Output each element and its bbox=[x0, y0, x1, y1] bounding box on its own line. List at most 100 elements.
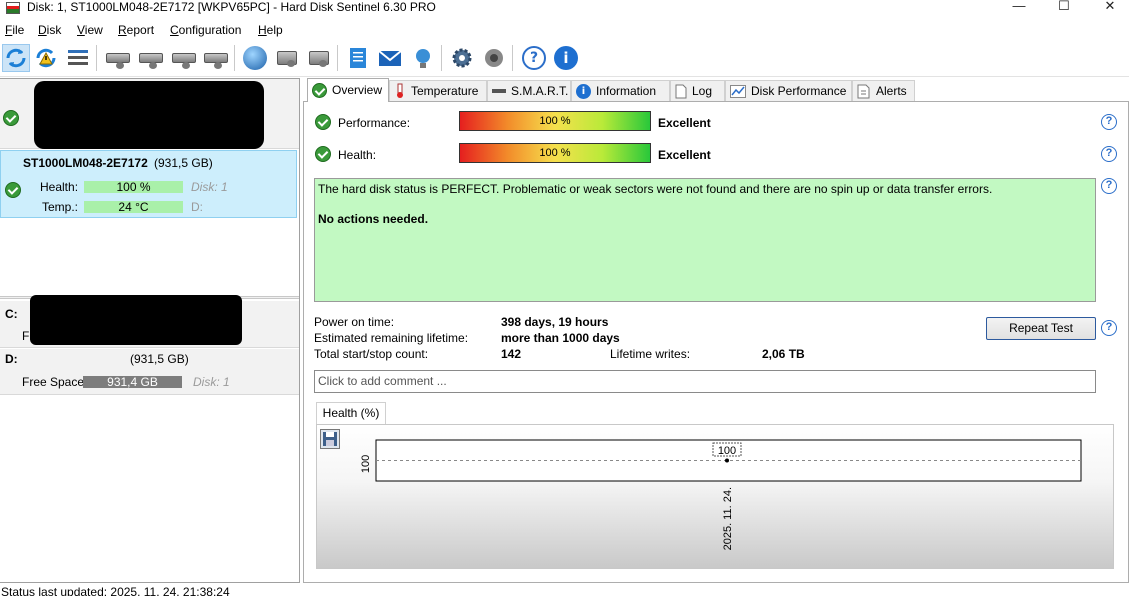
disk-clock-icon[interactable] bbox=[137, 44, 165, 72]
health-bar: 100 % bbox=[84, 181, 183, 193]
menu-help[interactable]: Help bbox=[258, 23, 283, 37]
mail-icon[interactable] bbox=[376, 44, 404, 72]
health-rating: Excellent bbox=[658, 148, 711, 162]
help-icon[interactable]: ? bbox=[1101, 114, 1117, 130]
network-drive-icon[interactable] bbox=[273, 44, 301, 72]
document-icon bbox=[675, 84, 687, 98]
tab-label: Information bbox=[596, 83, 657, 98]
tab-temperature[interactable]: Temperature bbox=[389, 80, 487, 101]
globe-icon[interactable] bbox=[241, 44, 269, 72]
disk-entry-selected[interactable]: ST1000LM048-2E7172 (931,5 GB) Health: 10… bbox=[0, 150, 297, 218]
data-point bbox=[725, 458, 729, 463]
speaker-icon[interactable] bbox=[480, 44, 508, 72]
status-box: The hard disk status is PERFECT. Problem… bbox=[314, 178, 1096, 302]
disk-check-icon[interactable] bbox=[170, 44, 198, 72]
partition-letter: D: bbox=[5, 352, 18, 366]
gear-icon[interactable] bbox=[448, 44, 476, 72]
network-icon[interactable] bbox=[409, 44, 437, 72]
menu-disk[interactable]: Disk bbox=[38, 23, 61, 37]
tab-health-chart[interactable]: Health (%) bbox=[316, 402, 386, 425]
tab-label: Overview bbox=[332, 83, 383, 97]
menu-report[interactable]: Report bbox=[118, 23, 154, 37]
tab-overview[interactable]: Overview bbox=[307, 78, 389, 102]
partition-size: (931,5 GB) bbox=[130, 352, 189, 366]
refresh-icon[interactable] bbox=[2, 44, 30, 72]
tab-log[interactable]: Log bbox=[670, 80, 725, 101]
notepad-icon[interactable] bbox=[344, 44, 372, 72]
disk-ref: Disk: 1 bbox=[193, 375, 230, 389]
tab-disk-performance[interactable]: Disk Performance bbox=[725, 80, 852, 101]
health-label: Health: bbox=[40, 180, 79, 194]
close-button[interactable]: ✕ bbox=[1087, 0, 1129, 14]
refresh-warning-icon[interactable] bbox=[32, 44, 60, 72]
health-gauge: 100 % bbox=[459, 143, 651, 163]
app-icon bbox=[6, 2, 20, 14]
menu-bar: File Disk View Report Configuration Help bbox=[0, 20, 1129, 41]
action-text: No actions needed. bbox=[318, 212, 429, 226]
help-icon[interactable]: ? bbox=[1101, 320, 1117, 336]
status-text: The hard disk status is PERFECT. Problem… bbox=[318, 182, 993, 196]
help-icon[interactable]: ? bbox=[520, 44, 548, 72]
startstop-label: Total start/stop count: bbox=[314, 347, 429, 361]
tab-label: Disk Performance bbox=[751, 83, 847, 98]
ok-icon bbox=[315, 146, 331, 162]
power-on-label: Power on time: bbox=[314, 315, 395, 329]
data-label: 100 bbox=[718, 445, 736, 457]
tab-label: S.M.A.R.T. bbox=[511, 83, 569, 98]
writes-label: Lifetime writes: bbox=[610, 347, 691, 361]
performance-rating: Excellent bbox=[658, 116, 711, 130]
tab-label: Alerts bbox=[876, 83, 907, 98]
partition-entry-d[interactable]: D: (931,5 GB) Free Space 931,4 GB Disk: … bbox=[0, 349, 299, 395]
partition-letter: C: bbox=[5, 307, 18, 321]
tab-label: Log bbox=[692, 83, 713, 98]
tab-information[interactable]: i Information bbox=[571, 80, 670, 101]
maximize-button[interactable]: ☐ bbox=[1041, 0, 1087, 14]
help-icon[interactable]: ? bbox=[1101, 146, 1117, 162]
main-panel: Overview Temperature S.M.A.R.T. i Inform… bbox=[303, 78, 1129, 583]
lifetime-label: Estimated remaining lifetime: bbox=[314, 331, 469, 345]
menu-file[interactable]: File bbox=[5, 23, 24, 37]
disk-icon[interactable] bbox=[104, 44, 132, 72]
disk-search-icon[interactable] bbox=[202, 44, 230, 72]
tab-label: Temperature bbox=[411, 83, 479, 98]
ok-icon bbox=[3, 110, 19, 126]
status-bar: Status last updated: 2025. 11. 24. 21:38… bbox=[0, 586, 1129, 596]
tab-smart[interactable]: S.M.A.R.T. bbox=[487, 80, 571, 101]
partition-entry-c[interactable]: C: Free bbox=[0, 295, 299, 348]
x-tick-label: 2025. 11. 24. bbox=[722, 487, 734, 550]
chart-icon bbox=[730, 84, 746, 98]
startstop-value: 142 bbox=[501, 347, 522, 361]
temp-bar: 24 °C bbox=[84, 201, 183, 213]
writes-value: 2,06 TB bbox=[762, 347, 805, 361]
disk-entry[interactable] bbox=[0, 79, 299, 149]
free-space-label: Free Space bbox=[22, 375, 85, 389]
window-title: Disk: 1, ST1000LM048-2E7172 [WKPV65PC] -… bbox=[27, 0, 436, 14]
power-on-value: 398 days, 19 hours bbox=[501, 315, 609, 329]
repeat-test-button[interactable]: Repeat Test bbox=[986, 317, 1096, 340]
performance-gauge: 100 % bbox=[459, 111, 651, 131]
y-tick-label: 100 bbox=[360, 455, 372, 473]
disk-list-icon[interactable] bbox=[64, 44, 92, 72]
disk-list-panel: ST1000LM048-2E7172 (931,5 GB) Health: 10… bbox=[0, 78, 300, 583]
chart-svg: 100 100 2025. 11. 24. bbox=[360, 439, 1082, 550]
tab-alerts[interactable]: Alerts bbox=[852, 80, 915, 101]
disk-name: ST1000LM048-2E7172 bbox=[23, 156, 148, 170]
menu-view[interactable]: View bbox=[77, 23, 103, 37]
toolbar: ? i bbox=[0, 41, 1129, 77]
remote-disk-icon[interactable] bbox=[305, 44, 333, 72]
info-icon[interactable]: i bbox=[552, 44, 580, 72]
drive-ref: D: bbox=[191, 200, 203, 214]
help-icon[interactable]: ? bbox=[1101, 178, 1117, 194]
ok-icon bbox=[315, 114, 331, 130]
alerts-icon bbox=[857, 84, 870, 98]
overview-content: Performance: 100 % Excellent ? Health: 1… bbox=[303, 101, 1129, 583]
status-text: Status last updated: 2025. 11. 24. 21:38… bbox=[1, 586, 230, 596]
health-label: Health: bbox=[338, 148, 377, 162]
health-chart: 100 100 2025. 11. 24. bbox=[316, 424, 1114, 569]
disk-size: (931,5 GB) bbox=[154, 156, 213, 170]
minimize-button[interactable]: — bbox=[996, 0, 1042, 14]
ok-icon bbox=[5, 182, 21, 198]
lifetime-value: more than 1000 days bbox=[501, 331, 620, 345]
comment-input[interactable]: Click to add comment ... bbox=[314, 370, 1096, 393]
menu-configuration[interactable]: Configuration bbox=[170, 23, 241, 37]
